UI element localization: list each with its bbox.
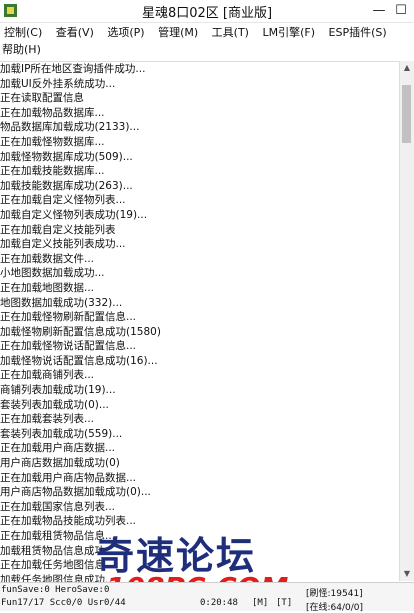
- log-line: 正在加载怪物说话配置信息...: [0, 340, 137, 353]
- menu-tools[interactable]: 工具(T): [208, 25, 255, 41]
- menu-view[interactable]: 查看(V): [52, 25, 100, 41]
- log-line: 正在读取配置信息: [0, 92, 84, 105]
- log-line: 正在加载物品数据库...: [0, 106, 105, 119]
- minimize-button[interactable]: —: [368, 0, 390, 22]
- log-line: 商铺列表加载成功(19)...: [0, 384, 116, 397]
- menu-esp-plugin[interactable]: ESP插件(S): [325, 25, 393, 41]
- log-line: 正在加载技能数据库...: [0, 165, 105, 178]
- status-counters: Fun17/17 Scc0/0 Usr0/44: [1, 598, 126, 608]
- log-line: 正在加载数据文件...: [0, 252, 95, 265]
- status-field-t: [T]: [276, 598, 293, 608]
- status-field-m: [M]: [252, 598, 269, 608]
- maximize-button[interactable]: ☐: [390, 0, 412, 22]
- log-line: 套装列表加载成功(559)...: [0, 427, 123, 440]
- menu-control[interactable]: 控制(C): [0, 25, 48, 41]
- menu-lm-engine[interactable]: LM引擎(F): [258, 25, 321, 41]
- log-line: 正在加载自定义技能列表: [0, 223, 116, 236]
- log-line: 地图数据加载成功(332)...: [0, 296, 123, 309]
- log-output: 加载IP所在地区查询插件成功... 加载UI反外挂系统成功... 正在读取配置信息正…: [0, 61, 400, 582]
- menu-row-2: 帮助(H): [0, 42, 47, 58]
- status-monster-count: [刷怪:19541]: [306, 589, 363, 599]
- status-time: 0:20:48: [200, 598, 238, 608]
- menu-options[interactable]: 选项(P): [103, 25, 150, 41]
- log-line: 正在加载用户商店数据...: [0, 442, 116, 455]
- log-line: 加载UI反外挂系统成功...: [0, 77, 116, 90]
- status-online-count: [在线:64/0/0]: [306, 603, 364, 613]
- title-bar: 星魂8口02区 [商业版] — ☐: [0, 0, 414, 23]
- log-line: 正在加载地图数据...: [0, 281, 95, 294]
- log-line: 加载怪物数据库成功(509)...: [0, 150, 133, 163]
- log-line: 套装列表加载成功(0)...: [0, 398, 109, 411]
- log-line: 加载怪物说话配置信息成功(16)...: [0, 354, 158, 367]
- scroll-down-icon[interactable]: ▼: [400, 567, 414, 581]
- menu-help[interactable]: 帮助(H): [0, 42, 47, 58]
- log-line: 正在加载怪物数据库...: [0, 135, 105, 148]
- log-line: 加载自定义技能列表成功...: [0, 238, 126, 251]
- log-line: 正在加载国家信息列表...: [0, 500, 116, 513]
- log-line: 加载怪物刷新配置信息成功(1580): [0, 325, 161, 338]
- window-title: 星魂8口02区 [商业版]: [141, 6, 273, 21]
- log-line: 用户商店物品数据加载成功(0)...: [0, 486, 151, 499]
- log-line: 加载技能数据库成功(263)...: [0, 179, 133, 192]
- log-line: 加载IP所在地区查询插件成功...: [0, 63, 146, 75]
- log-line: 物品数据库加载成功(2133)...: [0, 121, 140, 134]
- log-line: 加载自定义怪物列表成功(19)...: [0, 208, 148, 221]
- vertical-scrollbar[interactable]: ▲ ▼: [399, 61, 414, 581]
- menu-manage[interactable]: 管理(M): [154, 25, 204, 41]
- status-bar: funSave:0 HeroSave:0 Fun17/17 Scc0/0 Usr…: [0, 582, 414, 613]
- status-save-info: funSave:0 HeroSave:0: [1, 585, 110, 595]
- log-line: 正在加载套装列表...: [0, 413, 95, 426]
- log-line: 正在加载怪物刷新配置信息...: [0, 311, 137, 324]
- log-line: 小地图数据加载成功...: [0, 267, 105, 280]
- scroll-thumb[interactable]: [402, 85, 411, 143]
- log-line: 正在加载用户商店物品数据...: [0, 471, 137, 484]
- log-line: 正在加载自定义怪物列表...: [0, 194, 126, 207]
- menu-bar: 控制(C) 查看(V) 选项(P) 管理(M) 工具(T) LM引擎(F) ES…: [0, 23, 414, 59]
- menu-row-1: 控制(C) 查看(V) 选项(P) 管理(M) 工具(T) LM引擎(F) ES…: [0, 25, 393, 41]
- scroll-up-icon[interactable]: ▲: [400, 61, 414, 75]
- log-line: 用户商店数据加载成功(0): [0, 457, 120, 470]
- log-line: 正在加载商铺列表...: [0, 369, 95, 382]
